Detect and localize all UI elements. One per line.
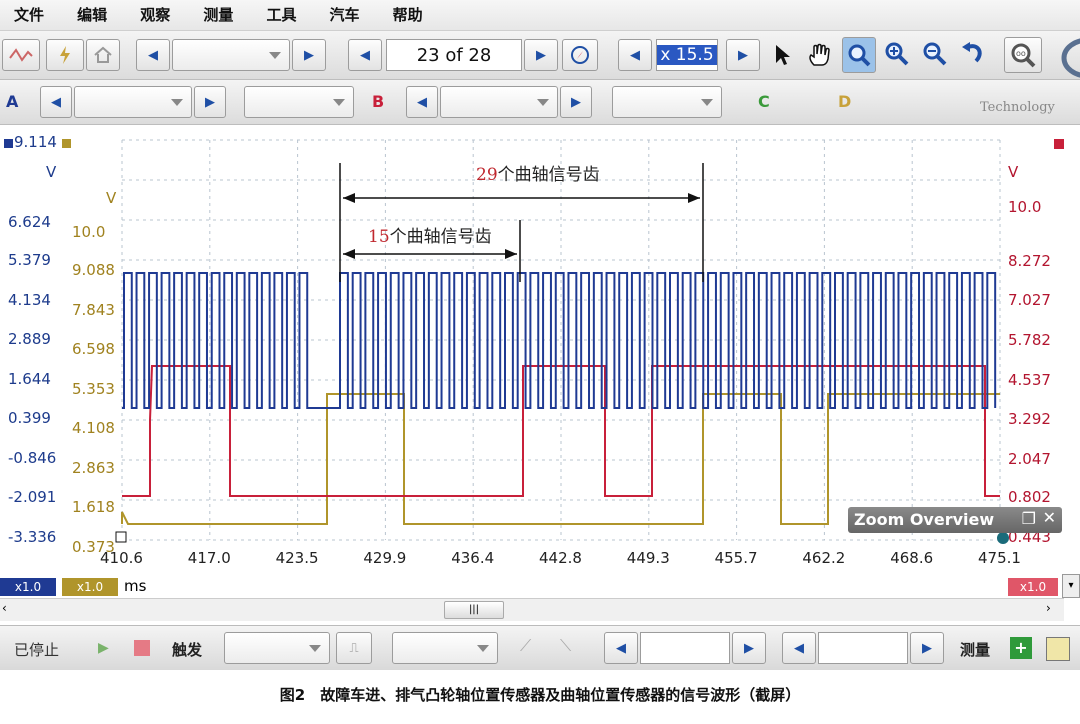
left-axis-tick: 0.399: [8, 409, 51, 427]
trigger-marker[interactable]: [115, 531, 127, 543]
run-icon[interactable]: ▶: [98, 640, 109, 656]
annotation-29-label: 29个曲轴信号齿: [476, 165, 600, 185]
mid-axis-tick: 6.598: [72, 340, 115, 358]
rising-edge-icon[interactable]: ⟋: [520, 636, 531, 656]
falling-edge-icon[interactable]: ⟍: [560, 636, 571, 656]
mid-axis-tick: 9.088: [72, 261, 115, 279]
stopped-status: 已停止: [14, 641, 60, 659]
channel-a-marker[interactable]: [4, 139, 13, 148]
x-axis-tick: 442.8: [539, 549, 582, 567]
annotation-15-arrowhead-right: [505, 249, 517, 259]
horizontal-scrollbar[interactable]: ‹ ||| ›: [0, 598, 1064, 621]
stop-icon[interactable]: [134, 640, 150, 656]
mid-axis-tick: 7.843: [72, 301, 115, 319]
unit-mid: V: [106, 189, 117, 207]
mid-axis-tick: 4.108: [72, 419, 115, 437]
measure-label: 测量: [960, 641, 991, 659]
scale-red-badge[interactable]: x1.0: [1008, 578, 1058, 596]
unit-left: V: [46, 163, 57, 181]
figure-caption: 图2 故障车进、排气凸轮轴位置传感器及曲轴位置传感器的信号波形（截屏）: [279, 686, 801, 704]
channel-b-marker[interactable]: [1054, 139, 1064, 149]
trigger-edge-icon[interactable]: ⎍: [336, 632, 372, 664]
mid-axis-tick: 5.353: [72, 380, 115, 398]
right-axis-tick: 8.272: [1008, 252, 1051, 270]
x-axis-tick: 436.4: [451, 549, 495, 567]
right-axis-tick: 3.292: [1008, 410, 1051, 428]
trigger-level-field[interactable]: [640, 632, 730, 664]
pretrigger-next-button[interactable]: ▶: [910, 632, 944, 664]
x-axis-tick: 455.7: [714, 549, 758, 567]
x-axis-tick: 475.1: [978, 549, 1021, 567]
right-axis-tick: 0.802: [1008, 488, 1051, 506]
restore-icon[interactable]: ❐: [1022, 509, 1036, 528]
x-axis-tick: 417.0: [187, 549, 231, 567]
unit-right: V: [1008, 163, 1019, 181]
mid-axis-tick: 1.618: [72, 498, 115, 516]
left-axis-tick: -3.336: [8, 528, 57, 546]
right-axis-tick: 5.782: [1008, 331, 1051, 349]
pretrigger-prev-button[interactable]: ◀: [782, 632, 816, 664]
measurement-settings-icon[interactable]: [1046, 637, 1070, 661]
status-bar: 已停止 ▶ 触发 ⎍ ⟋ ⟍ ◀ ▶ ◀ ▶ 测量 +: [0, 625, 1080, 670]
left-axis-tick: 2.889: [8, 330, 51, 348]
left-axis-tick: 1.644: [8, 370, 51, 388]
left-axis-tick: 5.379: [8, 251, 51, 269]
left-axis-tick: -2.091: [8, 488, 57, 506]
scale-gold-badge[interactable]: x1.0: [62, 578, 118, 596]
top-left-value: 9.114: [14, 133, 57, 151]
annotation-29-arrowhead-left: [343, 193, 355, 203]
scale-blue-badge[interactable]: x1.0: [0, 578, 56, 596]
mid-axis-tick: 10.0: [72, 223, 106, 241]
right-axis-tick: 10.0: [1008, 198, 1042, 216]
trigger-mode-dropdown[interactable]: [224, 632, 330, 664]
annotation-29-arrowhead-right: [688, 193, 700, 203]
left-axis-tick: 6.624: [8, 213, 51, 231]
trigger-label: 触发: [172, 641, 203, 659]
zoom-overview-panel[interactable]: Zoom Overview ❐ ✕: [848, 507, 1062, 533]
x-axis-tick: 410.6: [100, 549, 143, 567]
right-axis-tick: 2.047: [1008, 450, 1051, 468]
left-axis-tick: -0.846: [8, 449, 57, 467]
channel-d-marker[interactable]: [62, 139, 71, 148]
scroll-down-icon[interactable]: ▾: [1062, 574, 1080, 598]
left-axis-tick: 4.134: [8, 291, 51, 309]
scroll-thumb[interactable]: |||: [444, 601, 504, 619]
trigger-level-prev-button[interactable]: ◀: [604, 632, 638, 664]
annotation-15-label: 15个曲轴信号齿: [368, 227, 492, 247]
x-axis-tick: 429.9: [363, 549, 407, 567]
scroll-left-icon[interactable]: ‹: [2, 601, 20, 619]
trigger-level-next-button[interactable]: ▶: [732, 632, 766, 664]
zoom-overview-title: Zoom Overview: [854, 510, 995, 529]
right-axis-tick: 4.537: [1008, 371, 1051, 389]
mid-axis-tick: 2.863: [72, 459, 115, 477]
scroll-right-icon[interactable]: ›: [1046, 601, 1062, 619]
x-axis-tick: 462.2: [802, 549, 846, 567]
pretrigger-field[interactable]: [818, 632, 908, 664]
add-measurement-icon[interactable]: +: [1010, 637, 1032, 659]
x-axis-tick: 468.6: [890, 549, 934, 567]
x-axis-tick: 449.3: [626, 549, 670, 567]
x-unit: ms: [124, 577, 147, 595]
annotation-15-arrowhead-left: [343, 249, 355, 259]
right-axis-tick: 7.027: [1008, 291, 1051, 309]
close-icon[interactable]: ✕: [1043, 508, 1056, 527]
x-axis-tick: 423.5: [275, 549, 319, 567]
trigger-channel-dropdown[interactable]: [392, 632, 498, 664]
